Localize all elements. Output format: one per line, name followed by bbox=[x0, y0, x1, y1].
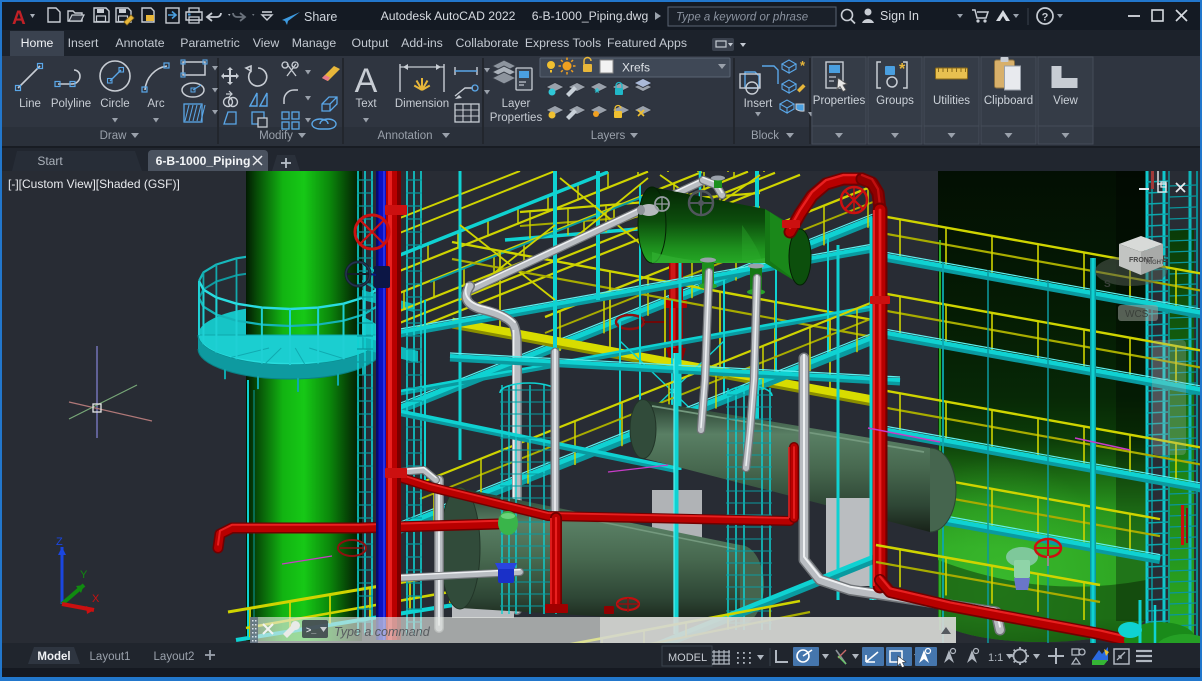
svg-text:View: View bbox=[253, 36, 280, 50]
svg-text:A: A bbox=[12, 8, 26, 29]
svg-text:Featured Apps: Featured Apps bbox=[607, 36, 687, 50]
svg-text:Z: Z bbox=[56, 536, 63, 548]
svg-text:Share: Share bbox=[304, 10, 337, 24]
svg-text:Xrefs: Xrefs bbox=[622, 61, 650, 75]
svg-text:Utilities: Utilities bbox=[933, 95, 970, 107]
svg-text:Manage: Manage bbox=[292, 36, 337, 50]
svg-text:Clipboard: Clipboard bbox=[984, 95, 1033, 107]
svg-text:*: * bbox=[899, 61, 906, 78]
svg-text:Polyline: Polyline bbox=[51, 98, 91, 110]
svg-text:?: ? bbox=[1042, 12, 1049, 24]
svg-text:Sign In: Sign In bbox=[880, 9, 919, 23]
svg-text:Line: Line bbox=[19, 98, 41, 110]
svg-text:X: X bbox=[92, 593, 100, 605]
svg-text:Home: Home bbox=[21, 36, 54, 50]
svg-text:Y: Y bbox=[80, 569, 88, 581]
svg-text:6-B-1000_Piping.dwg: 6-B-1000_Piping.dwg bbox=[532, 9, 649, 23]
svg-text:Express Tools: Express Tools bbox=[525, 36, 601, 50]
svg-text:A: A bbox=[355, 62, 378, 100]
svg-text:Insert: Insert bbox=[744, 98, 774, 110]
svg-text:[-][Custom View][Shaded (GSF)]: [-][Custom View][Shaded (GSF)] bbox=[8, 177, 180, 191]
svg-text:Properties: Properties bbox=[813, 95, 866, 107]
svg-text:WCS: WCS bbox=[1125, 309, 1149, 320]
svg-text:Collaborate: Collaborate bbox=[456, 36, 519, 50]
svg-text:RIGHT: RIGHT bbox=[1146, 260, 1165, 266]
svg-text:>_: >_ bbox=[306, 625, 317, 635]
svg-text:Start: Start bbox=[37, 154, 63, 168]
svg-text:Layout1: Layout1 bbox=[90, 651, 131, 663]
svg-text:Autodesk AutoCAD 2022: Autodesk AutoCAD 2022 bbox=[381, 9, 516, 23]
svg-text:S: S bbox=[1104, 279, 1111, 290]
svg-text:Groups: Groups bbox=[876, 95, 914, 107]
svg-text:Annotation: Annotation bbox=[378, 130, 433, 142]
svg-text:1:1: 1:1 bbox=[988, 652, 1003, 664]
svg-text:Layout2: Layout2 bbox=[154, 651, 195, 663]
svg-text:Output: Output bbox=[352, 36, 389, 50]
svg-text:Circle: Circle bbox=[100, 98, 129, 110]
svg-text:Text: Text bbox=[355, 98, 377, 110]
svg-text:Layers: Layers bbox=[591, 130, 626, 142]
svg-text:Block: Block bbox=[751, 130, 779, 142]
svg-text:Annotate: Annotate bbox=[115, 36, 164, 50]
svg-text:Layer: Layer bbox=[502, 98, 531, 110]
svg-text:Modify: Modify bbox=[259, 130, 293, 142]
svg-text:Draw: Draw bbox=[100, 130, 128, 142]
svg-text:Add-ins: Add-ins bbox=[401, 36, 443, 50]
svg-text:Insert: Insert bbox=[68, 36, 99, 50]
svg-text:Parametric: Parametric bbox=[180, 36, 239, 50]
svg-text:Type a keyword or phrase: Type a keyword or phrase bbox=[676, 12, 808, 24]
svg-text:Type a command: Type a command bbox=[334, 625, 431, 639]
svg-text:Arc: Arc bbox=[147, 98, 165, 110]
svg-text:Dimension: Dimension bbox=[395, 98, 449, 110]
svg-text:View: View bbox=[1053, 95, 1078, 107]
svg-text:Properties: Properties bbox=[490, 112, 543, 124]
svg-text:6-B-1000_Piping: 6-B-1000_Piping bbox=[156, 154, 251, 168]
svg-text:MODEL: MODEL bbox=[668, 652, 707, 664]
svg-text:Model: Model bbox=[37, 651, 70, 663]
